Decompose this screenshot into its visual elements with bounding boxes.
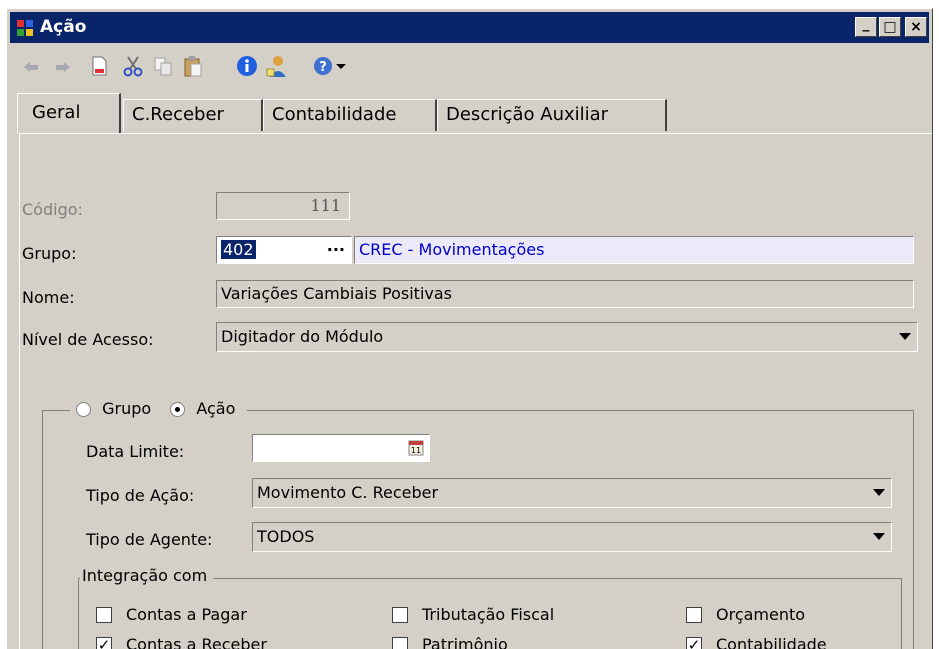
radio-group: Grupo Ação: [70, 396, 248, 422]
radio-grupo[interactable]: [76, 402, 91, 417]
chevron-down-icon: [873, 533, 885, 540]
maximize-icon: □: [883, 19, 897, 35]
radio-acao-label: Ação: [196, 399, 236, 418]
radio-acao[interactable]: [170, 402, 186, 417]
checkbox-contabilidade[interactable]: ✓: [686, 637, 702, 649]
checkbox-orcamento[interactable]: [686, 607, 702, 623]
tab-descricao-auxiliar[interactable]: Descrição Auxiliar: [437, 99, 667, 131]
contas-receber-label: Contas a Receber: [126, 635, 267, 649]
title-bar: Ação _ □ ×: [10, 12, 929, 43]
tipo-agente-label: Tipo de Agente:: [86, 530, 213, 549]
grupo-code-value: 402: [221, 240, 256, 259]
help-icon[interactable]: ?: [310, 53, 336, 79]
tab-contabilidade[interactable]: Contabilidade: [263, 99, 437, 131]
patrimonio-label: Patrimônio: [422, 635, 508, 649]
close-button[interactable]: ×: [905, 17, 927, 37]
nome-label: Nome:: [22, 288, 75, 307]
radio-grupo-label: Grupo: [102, 399, 152, 418]
calendar-icon[interactable]: 11: [408, 440, 424, 456]
tab-page-geral: Código: 111 Grupo: 402 ··· CREC - Movime…: [19, 133, 932, 649]
redo-icon[interactable]: [50, 53, 76, 79]
paste-icon[interactable]: [180, 53, 206, 79]
integracao-title: Integração com: [80, 566, 214, 585]
tributacao-fiscal-label: Tributação Fiscal: [422, 605, 555, 624]
orcamento-label: Orçamento: [716, 605, 806, 624]
tipo-agente-value: TODOS: [257, 527, 315, 546]
checkbox-contas-pagar[interactable]: [96, 607, 112, 623]
checkbox-tributacao-fiscal[interactable]: [392, 607, 408, 623]
help-dropdown-icon[interactable]: [334, 53, 348, 79]
grupo-code-field[interactable]: 402 ···: [216, 236, 352, 264]
user-icon[interactable]: [264, 53, 290, 79]
nivel-acesso-select[interactable]: Digitador do Módulo: [216, 322, 918, 352]
info-icon[interactable]: [234, 53, 260, 79]
grupo-lookup-button[interactable]: ···: [327, 237, 345, 263]
cut-icon[interactable]: [120, 53, 146, 79]
tipo-acao-select[interactable]: Movimento C. Receber: [252, 478, 892, 508]
nivel-acesso-value: Digitador do Módulo: [221, 327, 384, 346]
tipo-acao-value: Movimento C. Receber: [257, 483, 439, 502]
copy-icon[interactable]: [150, 53, 176, 79]
svg-text:11: 11: [411, 446, 421, 455]
minimize-button[interactable]: _: [855, 16, 877, 37]
contas-pagar-label: Contas a Pagar: [126, 605, 247, 624]
maximize-button[interactable]: □: [879, 17, 901, 37]
data-limite-label: Data Limite:: [86, 442, 185, 461]
nome-field[interactable]: Variações Cambiais Positivas: [216, 280, 914, 308]
tab-geral[interactable]: Geral: [17, 93, 121, 133]
app-icon: [17, 20, 33, 36]
svg-text:?: ?: [319, 60, 327, 75]
nivel-acesso-label: Nível de Acesso:: [22, 330, 154, 349]
tab-c-receber[interactable]: C.Receber: [123, 99, 263, 131]
tipo-acao-label: Tipo de Ação:: [86, 486, 195, 505]
radio-selected-dot: [175, 407, 181, 412]
chevron-down-icon: [873, 489, 885, 496]
data-limite-field[interactable]: [252, 434, 430, 462]
minimize-icon: _: [862, 16, 870, 32]
grupo-description: CREC - Movimentações: [354, 236, 914, 264]
chevron-down-icon: [899, 333, 911, 340]
window: Ação _ □ × ? Geral C.Receber Contabilida…: [6, 8, 933, 649]
checkbox-patrimonio[interactable]: [392, 637, 408, 649]
checkbox-contas-receber[interactable]: ✓: [96, 637, 112, 649]
tipo-agente-select[interactable]: TODOS: [252, 522, 892, 552]
undo-icon[interactable]: [18, 53, 44, 79]
codigo-field: 111: [216, 192, 350, 220]
grupo-label: Grupo:: [22, 244, 77, 263]
codigo-label: Código:: [22, 200, 83, 219]
toolbar: ?: [10, 47, 929, 87]
window-title: Ação: [40, 17, 87, 37]
close-icon: ×: [910, 19, 922, 35]
new-document-icon[interactable]: [86, 53, 112, 79]
contabilidade-label: Contabilidade: [716, 635, 827, 649]
